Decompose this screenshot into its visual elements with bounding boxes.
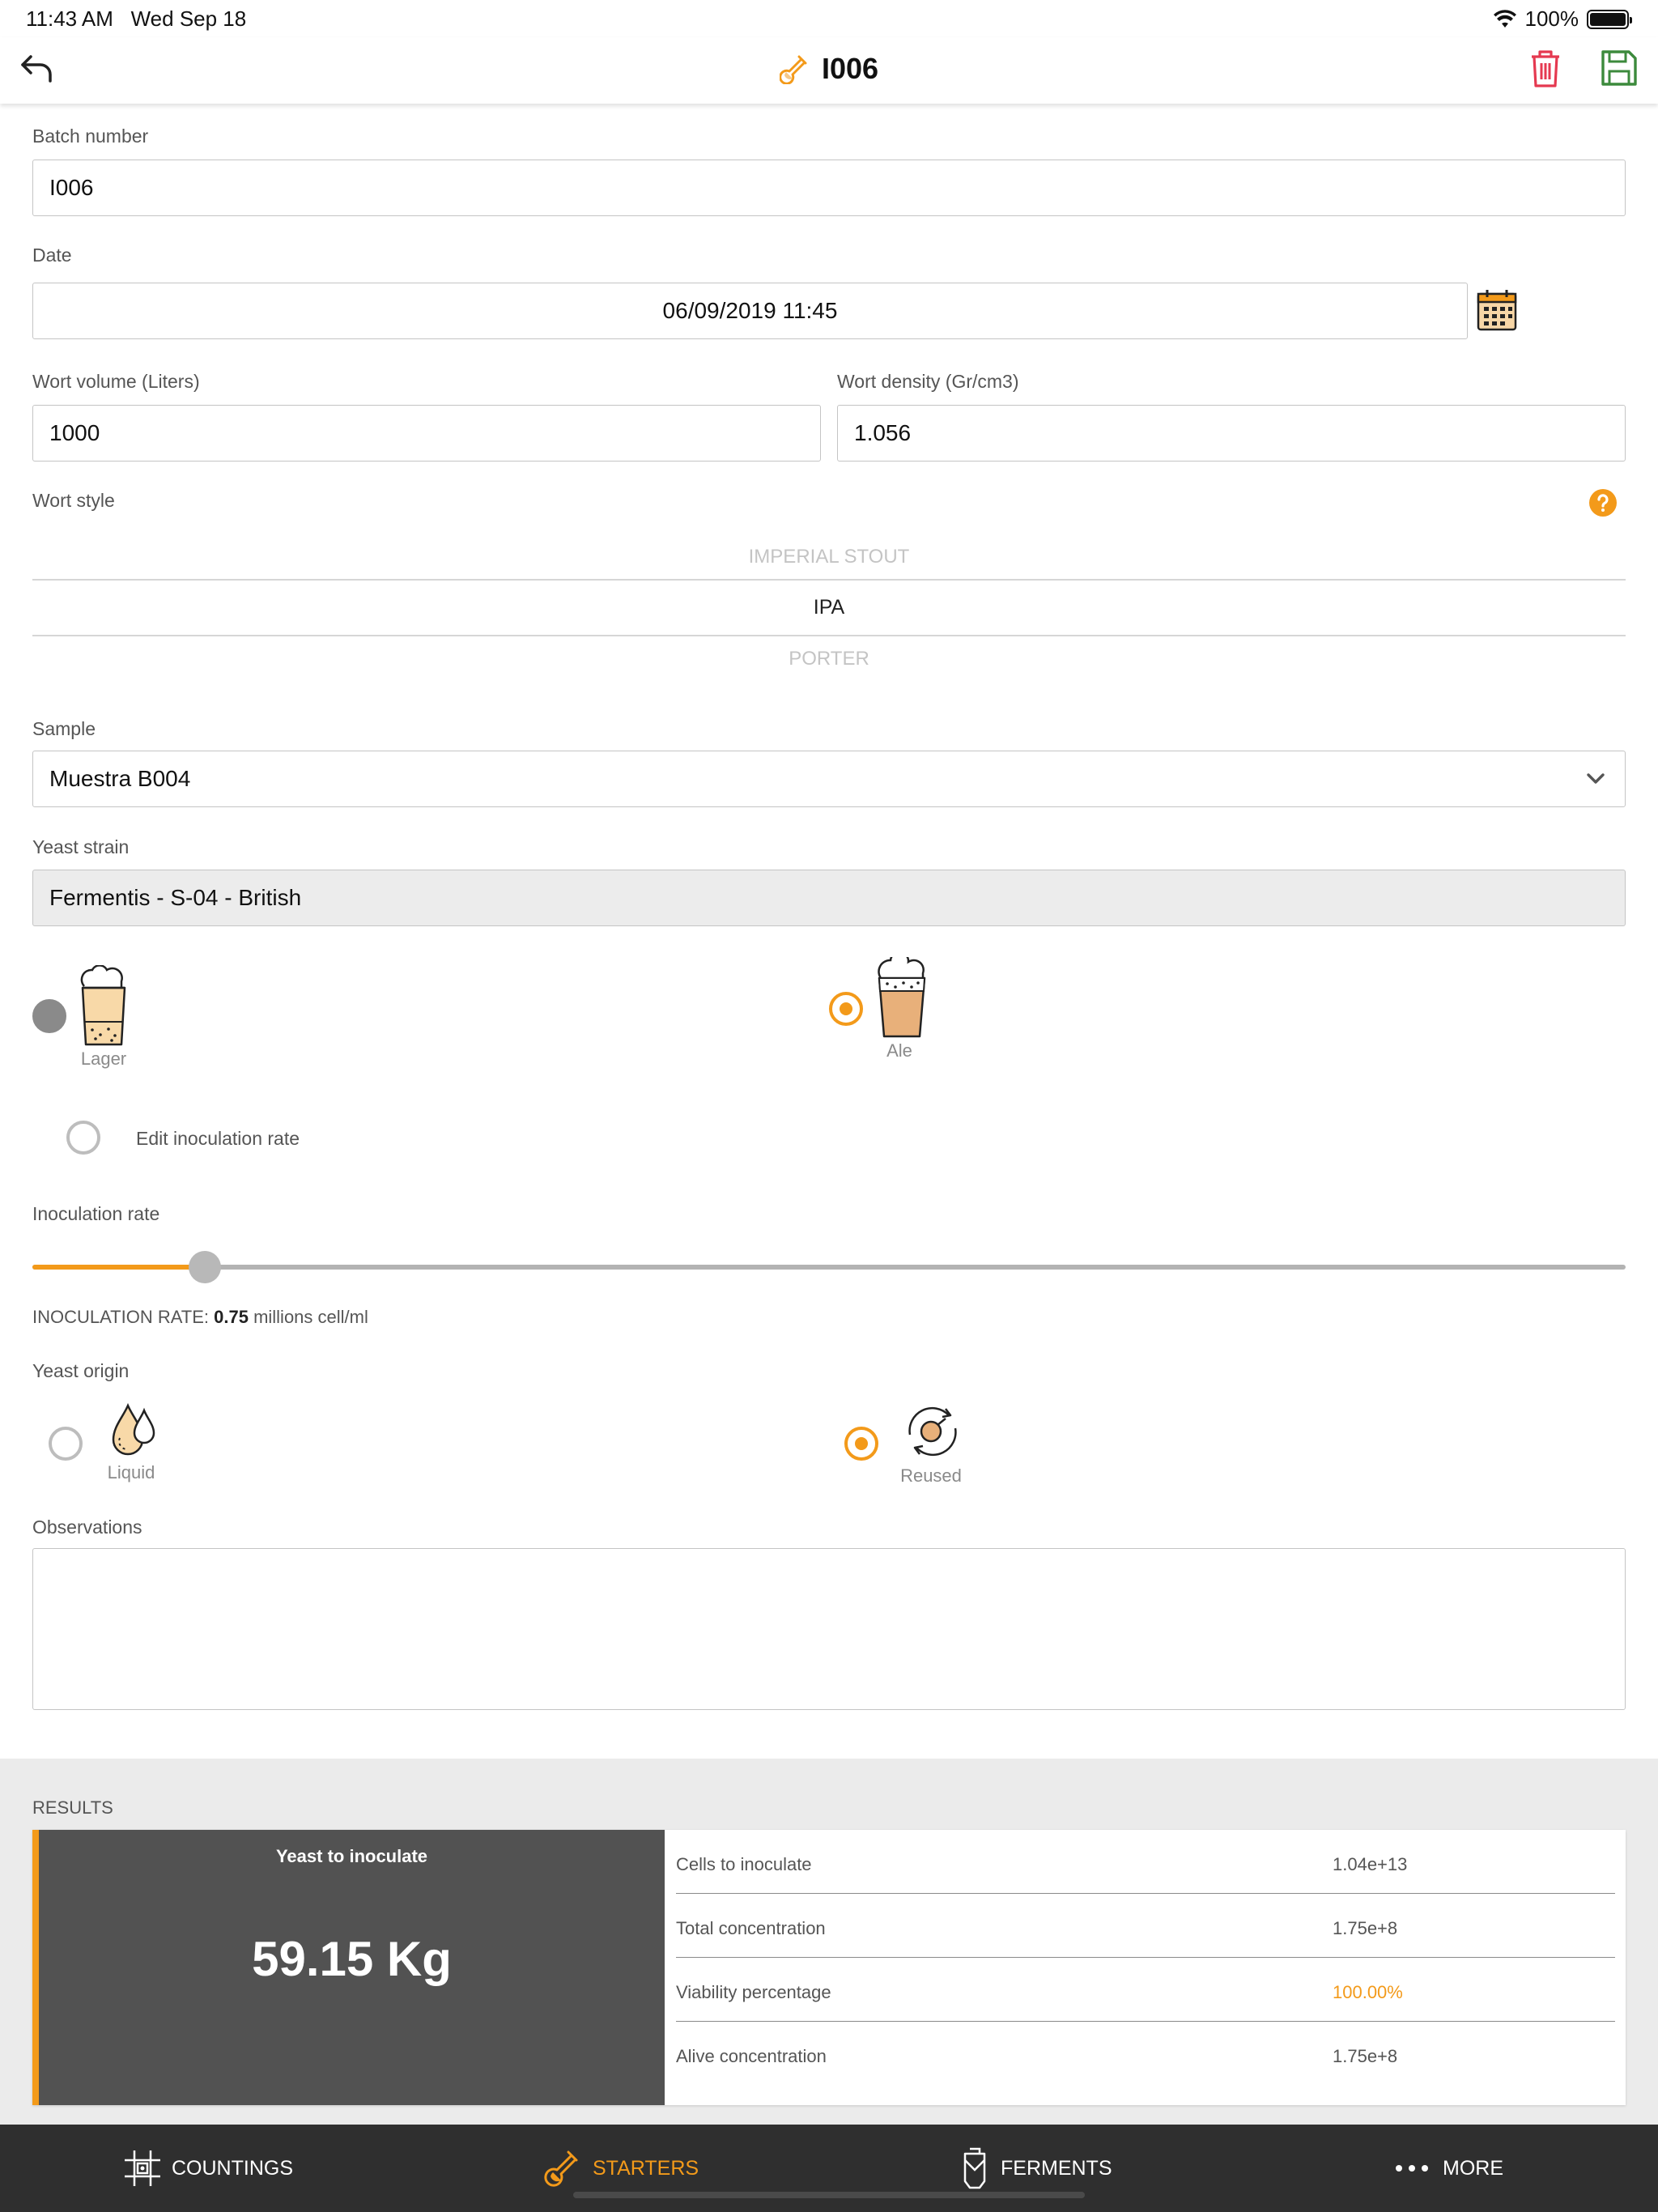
flask-icon	[544, 2150, 578, 2187]
help-icon[interactable]	[1588, 488, 1618, 517]
reused-recycle-icon	[908, 1406, 957, 1457]
result-value: 1.04e+13	[1333, 1854, 1408, 1874]
result-row: Viability percentage 100.00%	[676, 1958, 1615, 2022]
nav-more[interactable]: MORE	[1394, 2125, 1503, 2212]
edit-inoculation-checkbox[interactable]	[66, 1121, 100, 1155]
result-key: Total concentration	[676, 1918, 826, 1938]
lager-glass-icon	[80, 965, 126, 1046]
wort-volume-label: Wort volume (Liters)	[32, 371, 200, 392]
result-value: 1.75e+8	[1333, 1918, 1398, 1938]
result-key: Cells to inoculate	[676, 1854, 812, 1874]
app-header: I006	[0, 37, 1658, 104]
picker-divider-top	[32, 579, 1626, 581]
wort-density-value: 1.056	[854, 420, 912, 445]
liquid-radio[interactable]	[49, 1427, 83, 1461]
yeast-origin-label: Yeast origin	[32, 1360, 130, 1381]
wort-style-option-next[interactable]: PORTER	[32, 648, 1626, 670]
lager-caption: Lager	[80, 1049, 127, 1069]
nav-ferments-label: FERMENTS	[1001, 2156, 1112, 2180]
result-key: Viability percentage	[676, 1982, 831, 2002]
page-title: I006	[0, 52, 1658, 86]
result-row: Total concentration 1.75e+8	[676, 1894, 1615, 1958]
status-time: 11:43 AM Wed Sep 18	[26, 6, 247, 31]
nav-starters[interactable]: STARTERS	[544, 2125, 699, 2212]
result-row: Alive concentration 1.75e+8	[676, 2022, 1615, 2086]
wort-density-input[interactable]: 1.056	[837, 405, 1626, 462]
batch-number-input[interactable]: I006	[32, 160, 1626, 216]
sample-value: Muestra B004	[49, 766, 191, 791]
wifi-icon	[1493, 9, 1516, 28]
wort-volume-input[interactable]: 1000	[32, 405, 821, 462]
ale-glass-icon	[878, 957, 926, 1038]
liquid-drops-icon	[112, 1402, 155, 1456]
inoculation-rate-label: Inoculation rate	[32, 1203, 160, 1224]
yeast-strain-value: Fermentis - S-04 - British	[49, 885, 302, 910]
inoculation-slider-fill	[32, 1265, 205, 1270]
inoculation-rate-unit: millions cell/ml	[253, 1307, 368, 1327]
result-value: 1.75e+8	[1333, 2046, 1398, 2066]
inoculation-caption-prefix: INOCULATION RATE:	[32, 1307, 209, 1327]
date-value: 06/09/2019 11:45	[662, 298, 838, 323]
calendar-icon[interactable]	[1476, 287, 1518, 333]
reused-radio[interactable]	[844, 1427, 878, 1461]
yeast-strain-input: Fermentis - S-04 - British	[32, 870, 1626, 926]
nav-ferments[interactable]: FERMENTS	[959, 2125, 1112, 2212]
date-label: Date	[32, 245, 72, 266]
status-right: 100%	[1493, 6, 1632, 32]
flask-icon	[779, 55, 807, 84]
home-indicator	[573, 2192, 1085, 2198]
nav-more-label: MORE	[1443, 2156, 1503, 2180]
inoculation-slider-track[interactable]	[32, 1265, 1626, 1270]
nav-countings[interactable]: COUNTINGS	[123, 2125, 293, 2212]
save-icon[interactable]	[1598, 47, 1639, 89]
batch-number-value: I006	[49, 175, 94, 200]
result-value-highlight: 100.00%	[1333, 1982, 1403, 2002]
inoculation-rate-value: 0.75	[214, 1307, 249, 1327]
yeast-to-inoculate-caption: Yeast to inoculate	[275, 1846, 428, 1866]
grid-icon	[125, 2150, 160, 2186]
battery-percent: 100%	[1524, 6, 1579, 31]
results-title: RESULTS	[32, 1797, 113, 1818]
batch-number-label: Batch number	[32, 125, 149, 147]
observations-label: Observations	[32, 1516, 142, 1538]
ale-radio[interactable]	[829, 992, 863, 1026]
inoculation-slider-thumb[interactable]	[188, 1251, 221, 1283]
wort-style-option-selected[interactable]: IPA	[32, 596, 1626, 619]
more-dots-icon	[1396, 2165, 1428, 2172]
yeast-to-inoculate-panel: Yeast to inoculate 59.15 Kg	[32, 1830, 665, 2105]
nav-countings-label: COUNTINGS	[172, 2156, 293, 2180]
status-bar: 11:43 AM Wed Sep 18 100%	[0, 0, 1658, 37]
yeast-to-inoculate-value: 59.15 Kg	[252, 1932, 452, 1986]
observations-textarea[interactable]	[32, 1548, 1626, 1710]
inoculation-rate-caption: INOCULATION RATE: 0.75 millions cell/ml	[32, 1307, 368, 1328]
battery-icon	[1587, 9, 1632, 29]
liquid-caption: Liquid	[107, 1462, 155, 1482]
picker-divider-bottom	[32, 635, 1626, 636]
date-input[interactable]: 06/09/2019 11:45	[32, 283, 1468, 339]
wort-style-label: Wort style	[32, 490, 115, 511]
edit-inoculation-label: Edit inoculation rate	[136, 1128, 300, 1149]
fermenter-icon	[963, 2147, 986, 2189]
reused-caption: Reused	[900, 1465, 962, 1486]
ale-caption: Ale	[886, 1040, 912, 1061]
wort-volume-value: 1000	[49, 420, 100, 445]
wort-style-option-prev[interactable]: IMPERIAL STOUT	[32, 546, 1626, 568]
lager-radio[interactable]	[32, 999, 66, 1033]
result-key: Alive concentration	[676, 2046, 827, 2066]
sample-label: Sample	[32, 718, 96, 739]
chevron-down-icon	[1587, 773, 1605, 784]
bottom-nav: COUNTINGS STARTERS FERMENTS MORE	[0, 2125, 1658, 2212]
result-row: Cells to inoculate 1.04e+13	[676, 1830, 1615, 1894]
trash-icon[interactable]	[1525, 47, 1566, 89]
nav-starters-label: STARTERS	[593, 2156, 699, 2180]
sample-select[interactable]: Muestra B004	[32, 751, 1626, 807]
yeast-strain-label: Yeast strain	[32, 836, 130, 857]
wort-density-label: Wort density (Gr/cm3)	[837, 371, 1019, 392]
results-card: Yeast to inoculate 59.15 Kg Cells to ino…	[32, 1830, 1626, 2105]
